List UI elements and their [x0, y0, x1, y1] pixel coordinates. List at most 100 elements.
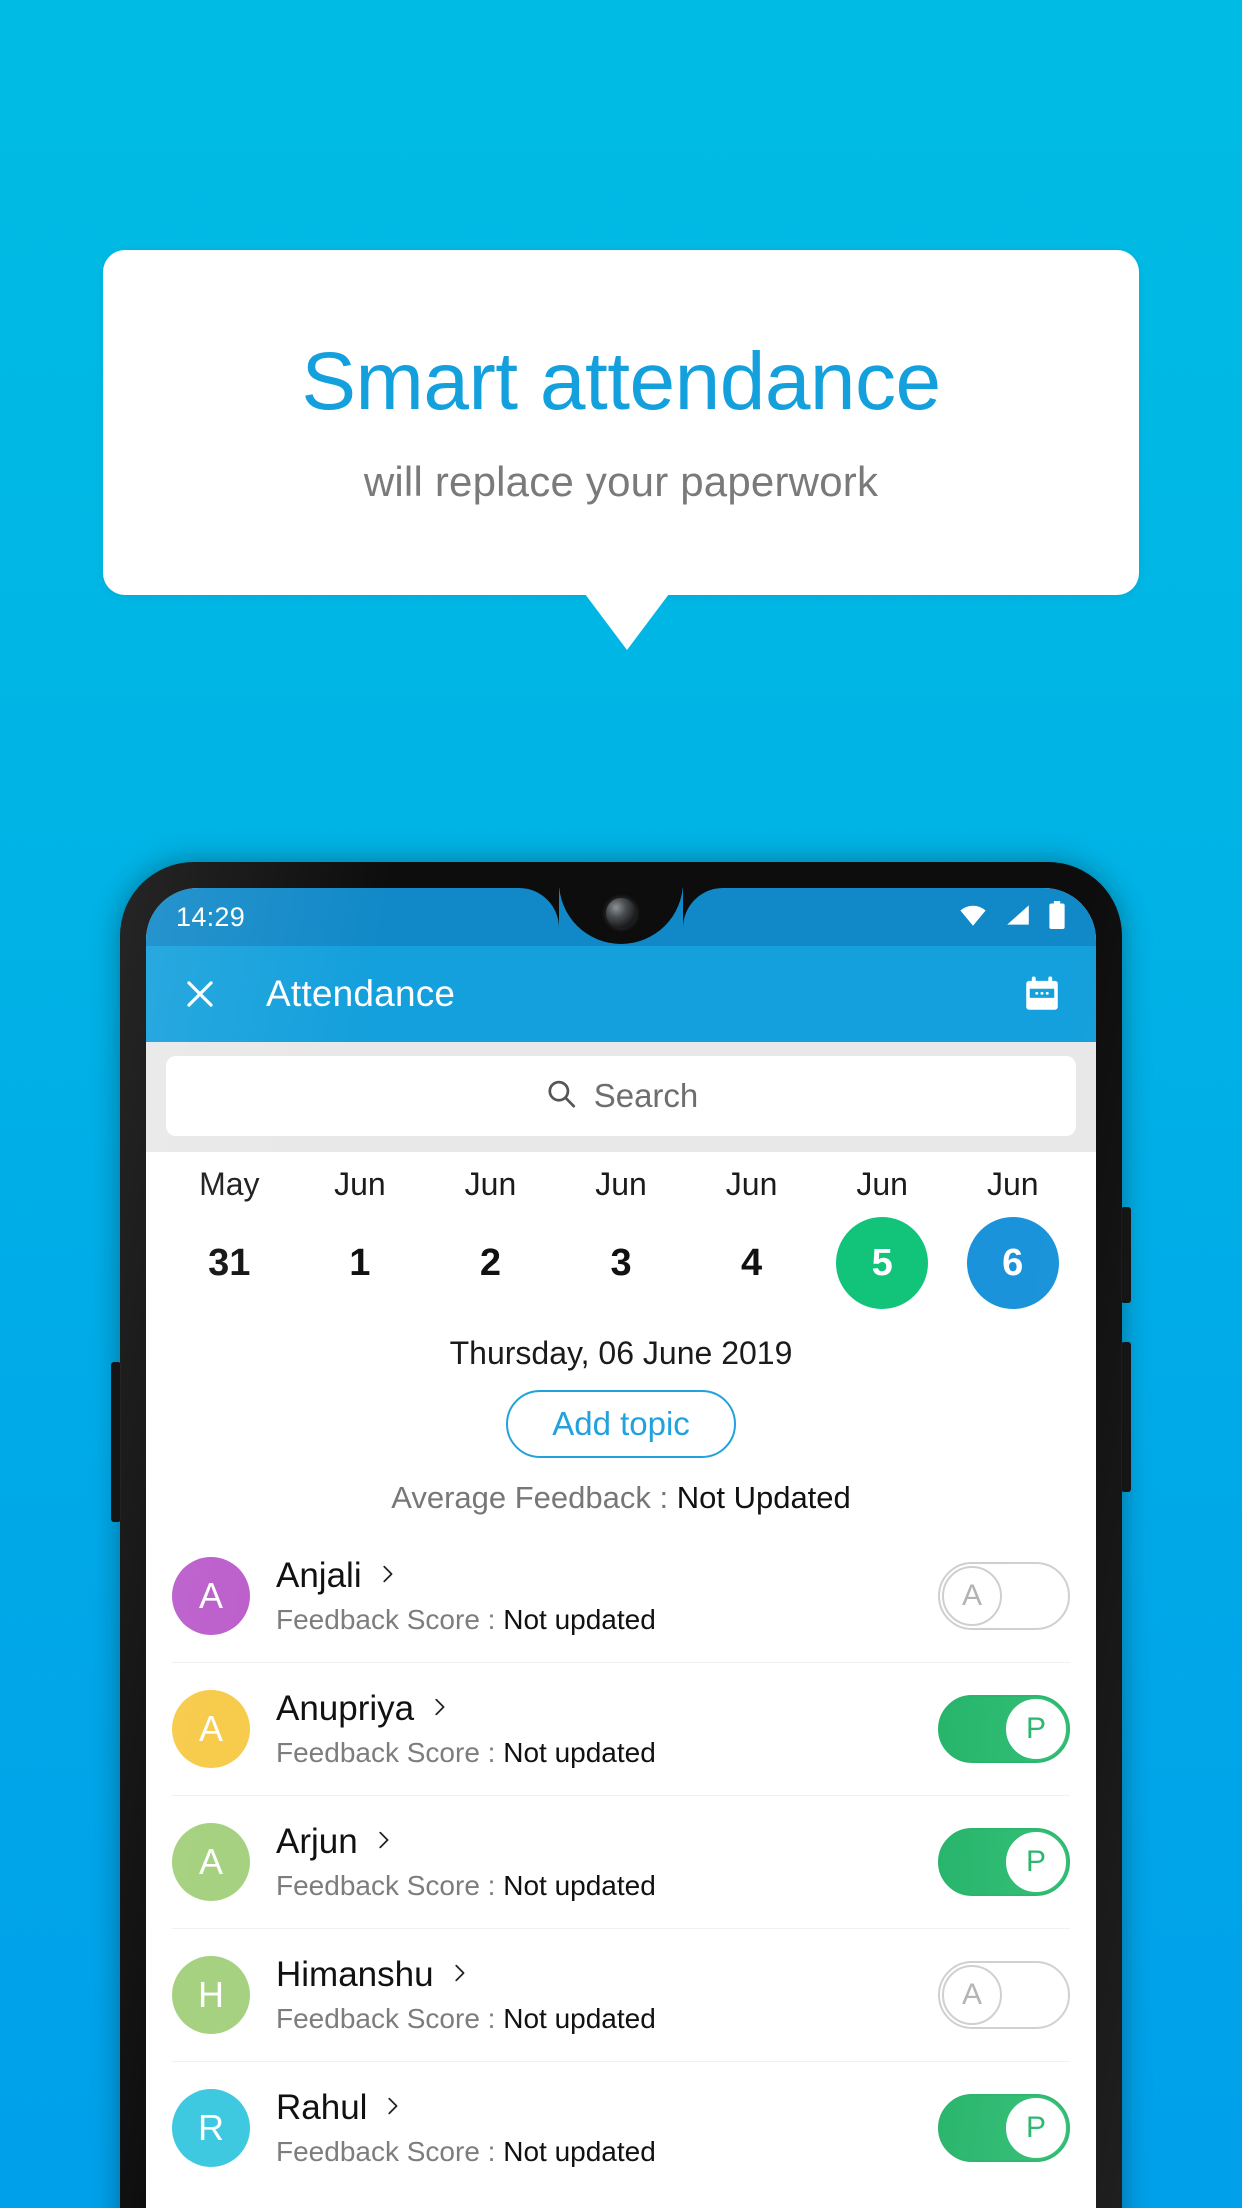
- student-score-label: Feedback Score :: [276, 2136, 504, 2167]
- average-feedback: Average Feedback : Not Updated: [146, 1480, 1096, 1516]
- wifi-icon: [958, 903, 988, 932]
- student-score-value: Not updated: [503, 2003, 656, 2034]
- date-day[interactable]: 31: [183, 1217, 275, 1309]
- search-placeholder: Search: [593, 1077, 699, 1114]
- date-month: Jun: [334, 1166, 386, 1202]
- date-day[interactable]: 2: [444, 1217, 536, 1309]
- student-name: Himanshu: [276, 1955, 434, 1994]
- student-info: Arjun Feedback Score : Not updated: [276, 1822, 938, 1902]
- student-info: Rahul Feedback Score : Not updated: [276, 2088, 938, 2168]
- student-name: Anupriya: [276, 1689, 415, 1728]
- status-icons: [958, 900, 1066, 934]
- date-cell[interactable]: Jun 4: [686, 1166, 817, 1309]
- signal-icon: [1004, 903, 1032, 932]
- student-score-value: Not updated: [503, 1870, 656, 1901]
- chevron-right-icon[interactable]: [376, 1563, 398, 1590]
- calendar-icon[interactable]: [1018, 970, 1066, 1018]
- chevron-right-icon[interactable]: [448, 1962, 470, 1989]
- attendance-toggle[interactable]: A: [938, 1961, 1070, 2029]
- student-info: Himanshu Feedback Score : Not updated: [276, 1955, 938, 2035]
- student-score: Feedback Score : Not updated: [276, 1737, 938, 1769]
- promo-bubble: Smart attendance will replace your paper…: [103, 250, 1139, 595]
- promo-subtitle: will replace your paperwork: [363, 457, 879, 505]
- attendance-toggle-knob: A: [942, 1965, 1002, 2025]
- student-score: Feedback Score : Not updated: [276, 2136, 938, 2168]
- date-day-selected[interactable]: 6: [966, 1217, 1059, 1309]
- avatar-initial: A: [198, 1841, 223, 1882]
- date-day[interactable]: 4: [706, 1217, 798, 1309]
- status-time: 14:29: [176, 901, 246, 932]
- attendance-toggle-knob: A: [942, 1566, 1002, 1626]
- date-day[interactable]: 1: [314, 1217, 406, 1309]
- phone-screen: 14:29 Attendance Search May 31 Jun 1 Jun…: [146, 888, 1096, 2208]
- avatar: H: [172, 1956, 250, 2034]
- student-info: Anjali Feedback Score : Not updated: [276, 1556, 938, 1636]
- search-section: Search: [146, 1042, 1096, 1152]
- avatar: A: [172, 1690, 250, 1768]
- attendance-toggle-knob: P: [1006, 2098, 1066, 2158]
- student-info: Anupriya Feedback Score : Not updated: [276, 1689, 938, 1769]
- attendance-toggle-knob: P: [1006, 1699, 1066, 1759]
- date-month: Jun: [595, 1166, 647, 1202]
- date-day-today[interactable]: 5: [836, 1217, 929, 1309]
- student-score-value: Not updated: [503, 1604, 656, 1635]
- volume-button[interactable]: [1121, 1342, 1131, 1492]
- avatar-initial: A: [198, 1708, 223, 1749]
- date-strip: May 31 Jun 1 Jun 2 Jun 3 Jun 4 Jun 5 Jun…: [146, 1152, 1096, 1319]
- search-input[interactable]: Search: [166, 1056, 1076, 1136]
- date-month: May: [199, 1166, 260, 1202]
- date-cell[interactable]: Jun 5: [817, 1166, 948, 1309]
- date-month: Jun: [725, 1166, 778, 1202]
- power-button[interactable]: [1121, 1207, 1131, 1303]
- promo-bubble-tail: [585, 594, 669, 650]
- table-row[interactable]: A Anupriya Feedback Score : Not updated: [146, 1663, 1096, 1795]
- avatar-initial: A: [198, 1575, 223, 1616]
- table-row[interactable]: A Anjali Feedback Score : Not updated A: [146, 1530, 1096, 1662]
- attendance-toggle[interactable]: P: [938, 2094, 1070, 2162]
- attendance-toggle[interactable]: A: [938, 1562, 1070, 1630]
- app-bar: Attendance: [146, 946, 1096, 1042]
- avatar: R: [172, 2089, 250, 2167]
- date-day[interactable]: 3: [575, 1217, 667, 1309]
- student-score: Feedback Score : Not updated: [276, 1604, 938, 1636]
- date-month: Jun: [856, 1166, 908, 1202]
- student-score-label: Feedback Score :: [276, 1604, 504, 1635]
- attendance-toggle[interactable]: P: [938, 1695, 1070, 1763]
- student-score-label: Feedback Score :: [276, 1737, 504, 1768]
- date-cell[interactable]: Jun 1: [295, 1166, 426, 1309]
- close-icon[interactable]: [176, 970, 224, 1018]
- student-name: Arjun: [276, 1822, 358, 1861]
- table-row[interactable]: A Arjun Feedback Score : Not updated P: [146, 1796, 1096, 1928]
- chevron-right-icon[interactable]: [428, 1696, 450, 1723]
- student-score-label: Feedback Score :: [276, 2003, 504, 2034]
- student-name: Rahul: [276, 2088, 368, 2127]
- student-score-value: Not updated: [503, 1737, 656, 1768]
- student-score-value: Not updated: [503, 2136, 656, 2167]
- date-cell[interactable]: Jun 6: [947, 1166, 1078, 1309]
- average-feedback-label: Average Feedback :: [391, 1480, 677, 1515]
- left-side-button[interactable]: [111, 1362, 121, 1522]
- date-cell[interactable]: Jun 2: [425, 1166, 556, 1309]
- status-bar: 14:29: [146, 888, 1096, 946]
- search-icon: [544, 1077, 578, 1116]
- chevron-right-icon[interactable]: [372, 1829, 394, 1856]
- date-cell[interactable]: Jun 3: [556, 1166, 687, 1309]
- add-topic-button[interactable]: Add topic: [506, 1390, 736, 1458]
- table-row[interactable]: H Himanshu Feedback Score : Not updated: [146, 1929, 1096, 2061]
- table-row[interactable]: R Rahul Feedback Score : Not updated P: [146, 2062, 1096, 2194]
- student-list: A Anjali Feedback Score : Not updated A …: [146, 1530, 1096, 2194]
- selected-day-label: Thursday, 06 June 2019: [449, 1335, 793, 1371]
- chevron-right-icon[interactable]: [381, 2095, 403, 2122]
- promo-title: Smart attendance: [301, 336, 941, 428]
- avatar-initial: R: [198, 2107, 224, 2148]
- date-cell[interactable]: May 31: [164, 1166, 295, 1309]
- student-score: Feedback Score : Not updated: [276, 2003, 938, 2035]
- date-month: Jun: [464, 1166, 517, 1202]
- avatar: A: [172, 1557, 250, 1635]
- avatar-initial: H: [198, 1974, 224, 2015]
- average-feedback-value: Not Updated: [676, 1480, 851, 1515]
- student-score-label: Feedback Score :: [276, 1870, 504, 1901]
- attendance-toggle[interactable]: P: [938, 1828, 1070, 1896]
- page-title: Attendance: [266, 973, 456, 1014]
- avatar: A: [172, 1823, 250, 1901]
